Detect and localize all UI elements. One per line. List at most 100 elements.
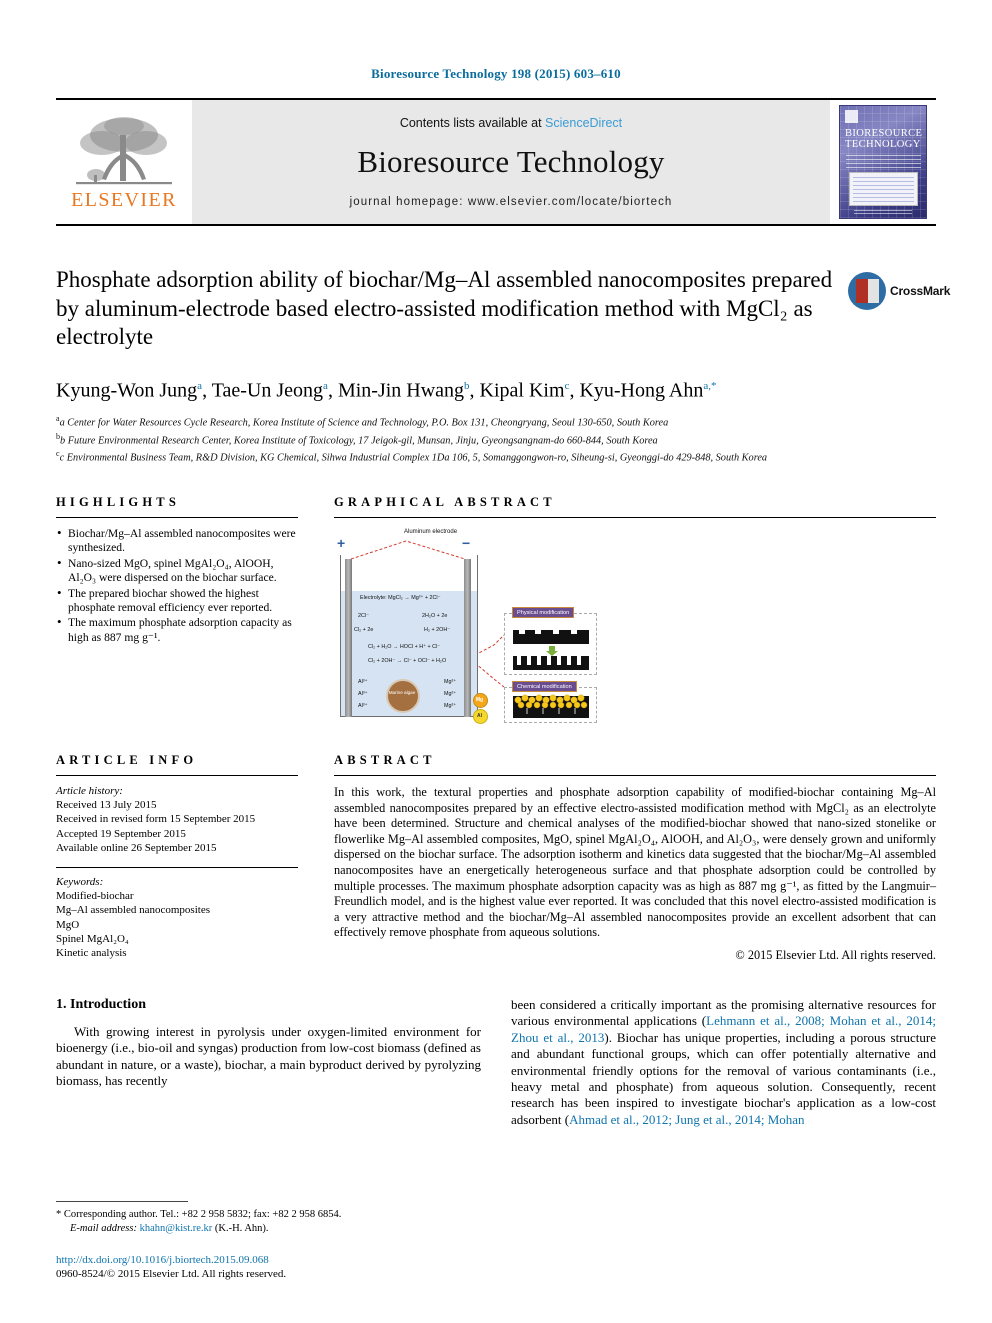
legend-mg-label: Mg (475, 697, 484, 704)
down-arrow-icon (546, 646, 558, 657)
article-info-heading: ARTICLE INFO (56, 753, 198, 768)
elsevier-wordmark: ELSEVIER (71, 188, 177, 211)
equation-hydrogen: H₂ + 2OH⁻ (424, 627, 451, 634)
chemical-modification-label: Chemical modification (512, 681, 577, 693)
info-abstract-band: ARTICLE INFO Article history: Received 1… (56, 753, 936, 963)
ion-al-3: Al³⁺ (358, 703, 368, 710)
email-suffix: (K.-H. Ahn). (214, 1222, 269, 1234)
history-item: Received 13 July 2015 (56, 799, 157, 812)
ga-canvas: + − Aluminum electrode Electrolyte: MgCl… (334, 527, 694, 725)
cover-image: BIORESOURCE TECHNOLOGY (839, 105, 927, 219)
cover-footer-lines (854, 208, 912, 214)
cover-title: BIORESOURCE TECHNOLOGY (845, 128, 922, 150)
article-first-page: Bioresource Technology 198 (2015) 603–61… (0, 0, 992, 1323)
anode-electrode (345, 559, 352, 718)
corresponding-author-line: * Corresponding author. Tel.: +82 2 958 … (56, 1208, 481, 1221)
contents-prefix: Contents lists available at (399, 116, 546, 130)
title-block: Phosphate adsorption ability of biochar/… (56, 266, 950, 352)
anode-sign: + (337, 535, 346, 552)
highlights-list: Biochar/Mg–Al assembled nanocomposites w… (56, 526, 298, 645)
graphical-abstract-rule (334, 517, 936, 519)
sciencedirect-link[interactable]: ScienceDirect (545, 116, 622, 130)
equation-water: 2H₂O + 2e (422, 613, 448, 620)
history-item: Accepted 19 September 2015 (56, 827, 186, 840)
keywords-label: Keywords: (56, 876, 104, 889)
equation-ocl: Cl₂ + 2OH⁻ → Cl⁻ + OCl⁻ + H₂O (368, 658, 447, 665)
ion-al-2: Al³⁺ (358, 691, 368, 698)
affiliation-a-text: a Center for Water Resources Cycle Resea… (59, 417, 669, 429)
list-item: Biochar/Mg–Al assembled nanocomposites w… (56, 526, 298, 556)
abstract-rule (334, 775, 936, 777)
crossmark-icon (848, 272, 886, 310)
elsevier-tree-icon (76, 116, 172, 184)
keywords-block: Keywords: Modified-biochar Mg–Al assembl… (56, 875, 298, 960)
equation-2cl: 2Cl⁻ (358, 613, 369, 620)
citation-link-2[interactable]: Ahmad et al., 2012; Jung et al., 2014; M… (569, 1112, 804, 1127)
ion-mg-3: Mg²⁺ (444, 703, 457, 710)
pore-notches-after (517, 656, 581, 666)
highlights-section: HIGHLIGHTS Biochar/Mg–Al assembled nanoc… (56, 495, 298, 723)
cover-elsevier-mark-icon (845, 110, 858, 123)
marine-algae-particle (386, 679, 420, 714)
introduction-heading: 1. Introduction (56, 996, 146, 1012)
journal-title: Bioresource Technology (357, 144, 665, 179)
list-item: The prepared biochar showed the highest … (56, 586, 298, 616)
footnote-rule (56, 1201, 188, 1203)
author-list: Kyung-Won Junga, Tae-Un Jeonga, Min-Jin … (56, 379, 717, 402)
body-columns: 1. Introduction With growing interest in… (56, 997, 936, 1128)
graphical-abstract-heading: GRAPHICAL ABSTRACT (334, 495, 556, 510)
keyword-item: Mg–Al assembled nanocomposites (56, 904, 210, 917)
keyword-item: Kinetic analysis (56, 947, 127, 960)
highlights-heading: HIGHLIGHTS (56, 495, 180, 510)
list-item: Nano-sized MgO, spinel MgAl₂O₄, AlOOH, A… (56, 556, 298, 586)
journal-cover-thumbnail: BIORESOURCE TECHNOLOGY (830, 100, 936, 224)
cover-title-line1: BIORESOURCE (845, 128, 923, 139)
history-item: Available online 26 September 2015 (56, 841, 217, 854)
ion-al-1: Al³⁺ (358, 679, 368, 686)
affiliation-c: cc Environmental Business Team, R&D Divi… (56, 449, 768, 464)
footnote-block: * Corresponding author. Tel.: +82 2 958 … (56, 1201, 481, 1281)
cover-subtitle-lines (846, 154, 921, 168)
article-history: Article history: Received 13 July 2015 R… (56, 784, 298, 855)
keywords-rule (56, 867, 298, 869)
cathode-electrode (464, 559, 471, 718)
cover-title-line2: TECHNOLOGY (845, 139, 921, 150)
abstract-heading: ABSTRACT (334, 753, 436, 768)
aluminum-electrode-label: Aluminum electrode (404, 529, 458, 536)
highlights-rule (56, 517, 298, 519)
doi-link[interactable]: http://dx.doi.org/10.1016/j.biortech.201… (56, 1253, 481, 1267)
email-label: E-mail address: (70, 1222, 137, 1234)
equation-hocl: Cl₂ + H₂O → HOCl + H⁺ + Cl⁻ (368, 644, 441, 651)
affiliation-b-text: b Future Environmental Research Center, … (60, 435, 658, 447)
history-item: Received in revised form 15 September 20… (56, 813, 256, 826)
contents-line: Contents lists available at ScienceDirec… (400, 116, 622, 130)
affiliation-b: bb Future Environmental Research Center,… (56, 431, 658, 447)
email-link[interactable]: khahn@kist.re.kr (140, 1223, 213, 1234)
article-history-label: Article history: (56, 785, 123, 798)
masthead-center: Contents lists available at ScienceDirec… (192, 100, 830, 224)
corresponding-text: Corresponding author. Tel.: +82 2 958 58… (63, 1209, 342, 1221)
legend-al-label: Al (477, 713, 482, 720)
highlights-graphical-band: HIGHLIGHTS Biochar/Mg–Al assembled nanoc… (56, 495, 936, 725)
page-title: Phosphate adsorption ability of biochar/… (56, 267, 833, 349)
journal-homepage-link[interactable]: journal homepage: www.elsevier.com/locat… (350, 196, 673, 208)
publisher-logo: ELSEVIER (56, 100, 192, 224)
graphical-abstract-figure: + − Aluminum electrode Electrolyte: MgCl… (334, 527, 936, 725)
crossmark-label: CrossMark (890, 284, 951, 298)
body-column-right: been considered a critically important a… (511, 997, 936, 1128)
introduction-paragraph-left: With growing interest in pyrolysis under… (56, 1023, 481, 1089)
affiliation-a: aa Center for Water Resources Cycle Rese… (56, 414, 669, 429)
abstract-text: In this work, the textural properties an… (334, 785, 936, 940)
crossmark-badge[interactable]: CrossMark (848, 268, 950, 314)
list-item: The maximum phosphate adsorption capacit… (56, 615, 298, 645)
introduction-paragraph-right: been considered a critically important a… (511, 997, 936, 1128)
pore-notches-before (519, 630, 577, 635)
abstract-copyright: © 2015 Elsevier Ltd. All rights reserved… (735, 947, 936, 962)
graphical-abstract-section: GRAPHICAL ABSTRACT + − Aluminum electrod… (334, 495, 936, 725)
keyword-item: MgO (56, 918, 80, 931)
corresponding-marker: * (56, 1209, 62, 1221)
body-column-left: 1. Introduction With growing interest in… (56, 997, 481, 1128)
cover-figure-panel (849, 172, 918, 206)
keyword-item: Spinel MgAl₂O₄ (56, 932, 129, 945)
article-info-section: ARTICLE INFO Article history: Received 1… (56, 753, 298, 963)
